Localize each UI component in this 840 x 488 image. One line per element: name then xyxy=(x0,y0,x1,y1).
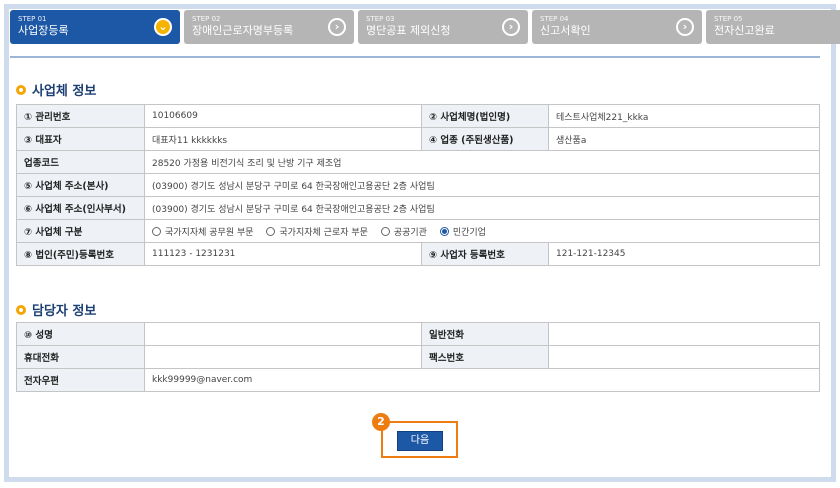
biz-name-label: ② 사업체명(법인명) xyxy=(421,104,549,128)
step-02[interactable]: STEP 02 장애인근로자명부등록 › xyxy=(184,10,354,44)
section-title-text: 사업체 정보 xyxy=(32,84,97,99)
check-circle-icon: ⌄ xyxy=(154,18,172,36)
table-row: ⑧ 법인(주민)등록번호 111123 - 1231231 ⑨ 사업자 등록번호… xyxy=(16,242,820,266)
radio-label: 국가지자체 근로자 부문 xyxy=(279,227,368,238)
industry-code-label: 업종코드 xyxy=(16,150,145,174)
ceo-value: 대표자11 kkkkkks xyxy=(144,127,422,151)
hr-address-value: (03900) 경기도 성남시 분당구 구미로 64 한국장애인고용공단 2층 … xyxy=(144,196,820,220)
chevron-right-circle-icon: › xyxy=(502,18,520,36)
mobile-value xyxy=(144,345,422,369)
radio-public-institution[interactable]: 공공기관 xyxy=(380,226,427,238)
steps-divider xyxy=(10,56,820,58)
corp-reg-value: 111123 - 1231231 xyxy=(144,242,422,266)
table-row: 전자우편 kkk99999@naver.com xyxy=(16,368,820,392)
next-button-highlight: 다음 xyxy=(381,421,458,458)
radio-label: 국가지자체 공무원 부문 xyxy=(165,227,254,238)
contact-name-label: ⑩ 성명 xyxy=(16,322,145,346)
table-row: ⑥ 사업체 주소(인사부서) (03900) 경기도 성남시 분당구 구미로 6… xyxy=(16,196,820,220)
next-button[interactable]: 다음 xyxy=(397,431,443,451)
contact-info-table: ⑩ 성명 일반전화 휴대전화 팩스번호 전자우편 kkk99999@naver.… xyxy=(16,322,820,392)
table-row: ① 관리번호 10106609 ② 사업체명(법인명) 테스트사업체221_kk… xyxy=(16,104,820,128)
table-row: ⑤ 사업체 주소(본사) (03900) 경기도 성남시 분당구 구미로 64 … xyxy=(16,173,820,197)
step-progress-bar: STEP 01 사업장등록 ⌄ STEP 02 장애인근로자명부등록 › STE… xyxy=(10,10,840,44)
hr-address-label: ⑥ 사업체 주소(인사부서) xyxy=(16,196,145,220)
radio-icon[interactable] xyxy=(266,226,276,236)
radio-gov-worker[interactable]: 국가지자체 근로자 부문 xyxy=(266,226,368,238)
biz-reg-label: ⑨ 사업자 등록번호 xyxy=(421,242,549,266)
step-number: STEP 05 xyxy=(714,15,743,23)
email-label: 전자우편 xyxy=(16,368,145,392)
section-title-text: 담당자 정보 xyxy=(32,304,97,319)
biz-reg-value: 121-121-12345 xyxy=(548,242,820,266)
radio-private-company[interactable]: 민간기업 xyxy=(439,226,486,238)
table-row: 업종코드 28520 가정용 비전기식 조리 및 난방 기구 제조업 xyxy=(16,150,820,174)
industry-value: 생산품a xyxy=(548,127,820,151)
radio-label: 민간기업 xyxy=(452,227,486,238)
company-info-table: ① 관리번호 10106609 ② 사업체명(법인명) 테스트사업체221_kk… xyxy=(16,104,820,266)
radio-icon[interactable] xyxy=(152,226,161,236)
contact-section-title: 담당자 정보 xyxy=(16,300,96,319)
table-row: ⑦ 사업체 구분 국가지자체 공무원 부문 국가지자체 근로자 부문 공공기관 … xyxy=(16,219,820,243)
chevron-right-circle-icon: › xyxy=(328,18,346,36)
contact-name-value xyxy=(144,322,422,346)
table-row: 휴대전화 팩스번호 xyxy=(16,345,820,369)
mgmt-no-value: 10106609 xyxy=(144,104,422,128)
industry-label: ④ 업종 (주된생산품) xyxy=(421,127,549,151)
email-value: kkk99999@naver.com xyxy=(144,368,820,392)
step-badge: 2 xyxy=(372,413,390,431)
ceo-label: ③ 대표자 xyxy=(16,127,145,151)
biz-type-radio-group: 국가지자체 공무원 부문 국가지자체 근로자 부문 공공기관 민간기업 xyxy=(144,219,820,243)
table-row: ⑩ 성명 일반전화 xyxy=(16,322,820,346)
hq-address-value: (03900) 경기도 성남시 분당구 구미로 64 한국장애인고용공단 2층 … xyxy=(144,173,820,197)
step-03[interactable]: STEP 03 명단공표 제외신청 › xyxy=(358,10,528,44)
circle-bullet-icon xyxy=(16,84,26,95)
step-04[interactable]: STEP 04 신고서확인 › xyxy=(532,10,702,44)
fax-value xyxy=(548,345,820,369)
company-section-title: 사업체 정보 xyxy=(16,80,96,99)
step-05[interactable]: STEP 05 전자신고완료 xyxy=(706,10,840,44)
corp-reg-label: ⑧ 법인(주민)등록번호 xyxy=(16,242,145,266)
radio-icon[interactable] xyxy=(380,226,390,236)
phone-label: 일반전화 xyxy=(421,322,549,346)
industry-code-value: 28520 가정용 비전기식 조리 및 난방 기구 제조업 xyxy=(144,150,820,174)
fax-label: 팩스번호 xyxy=(421,345,549,369)
radio-label: 공공기관 xyxy=(393,227,427,238)
step-label: 전자신고완료 xyxy=(714,24,775,37)
table-row: ③ 대표자 대표자11 kkkkkks ④ 업종 (주된생산품) 생산품a xyxy=(16,127,820,151)
circle-bullet-icon xyxy=(16,304,26,315)
biz-name-value: 테스트사업체221_kkka xyxy=(548,104,820,128)
hq-address-label: ⑤ 사업체 주소(본사) xyxy=(16,173,145,197)
chevron-right-circle-icon: › xyxy=(676,18,694,36)
radio-selected-icon[interactable] xyxy=(439,226,449,236)
mgmt-no-label: ① 관리번호 xyxy=(16,104,145,128)
step-01[interactable]: STEP 01 사업장등록 ⌄ xyxy=(10,10,180,44)
radio-gov-official[interactable]: 국가지자체 공무원 부문 xyxy=(152,226,254,238)
mobile-label: 휴대전화 xyxy=(16,345,145,369)
phone-value xyxy=(548,322,820,346)
biz-type-label: ⑦ 사업체 구분 xyxy=(16,219,145,243)
